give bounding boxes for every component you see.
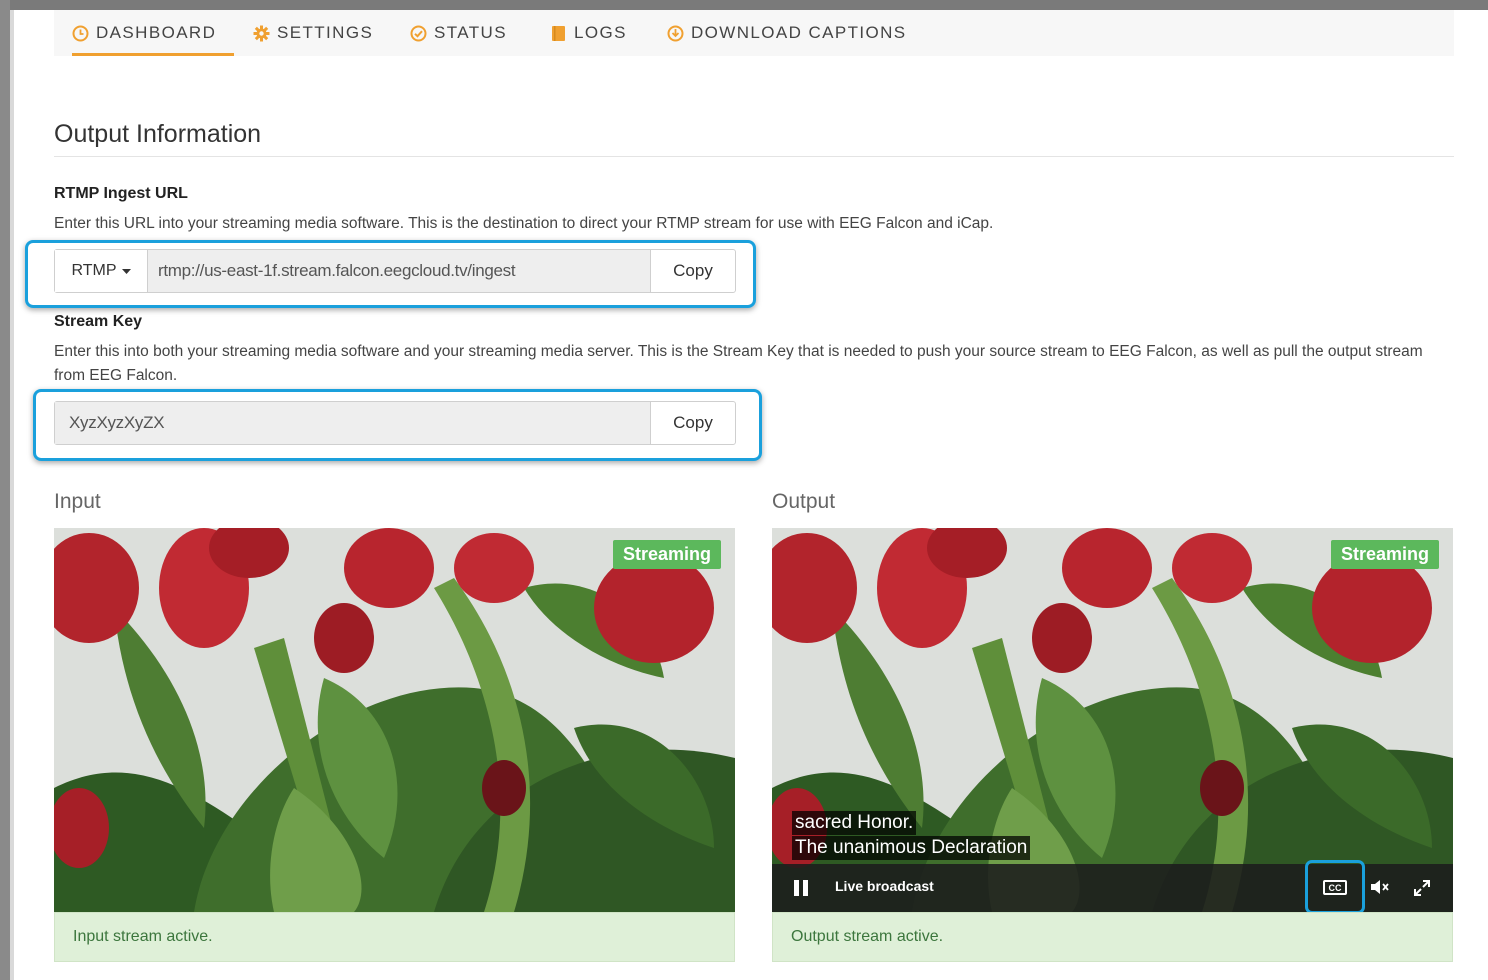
input-title: Input — [54, 490, 101, 513]
divider — [54, 156, 1454, 157]
tab-status[interactable]: STATUS — [410, 10, 507, 56]
input-video-player[interactable]: Streaming — [54, 528, 735, 912]
copy-rtmp-url-button[interactable]: Copy — [651, 250, 735, 292]
page-title: Output Information — [54, 120, 262, 148]
clock-icon — [72, 25, 89, 42]
copy-stream-key-button[interactable]: Copy — [651, 402, 735, 444]
tab-download-captions[interactable]: DOWNLOAD CAPTIONS — [667, 10, 907, 56]
tab-label: STATUS — [434, 23, 507, 42]
output-status-alert: Output stream active. — [772, 912, 1453, 962]
stream-key-field[interactable]: XyzXyzXyZX — [55, 402, 651, 444]
caret-down-icon — [121, 262, 131, 280]
fullscreen-icon[interactable] — [1412, 878, 1432, 903]
streaming-badge: Streaming — [1330, 540, 1439, 569]
tab-label: DOWNLOAD CAPTIONS — [691, 23, 907, 42]
tab-label: DASHBOARD — [96, 23, 217, 42]
gear-icon — [253, 25, 270, 42]
book-icon — [550, 25, 567, 42]
closed-captions-icon[interactable]: CC — [1323, 880, 1347, 895]
tab-bar: DASHBOARD SETTINGS STATUS LOGS DOWNLOAD … — [54, 10, 1454, 56]
stream-key-input-group: XyzXyzXyZX Copy — [54, 401, 736, 445]
rtmp-url-field[interactable]: rtmp://us-east-1f.stream.falcon.eegcloud… — [147, 250, 651, 292]
protocol-dropdown-label: RTMP — [71, 262, 117, 279]
stream-key-help: Enter this into both your streaming medi… — [54, 343, 1423, 384]
output-video-player[interactable]: Streaming sacred Honor. The unanimous De… — [772, 528, 1453, 914]
tab-logs[interactable]: LOGS — [550, 10, 627, 56]
stream-key-label: Stream Key — [54, 313, 143, 330]
roses-video-frame — [54, 528, 735, 912]
window-left-bevel — [10, 10, 14, 980]
window-top-border — [0, 0, 1488, 10]
caption-line: The unanimous Declaration — [792, 836, 1031, 860]
tab-dashboard[interactable]: DASHBOARD — [72, 10, 235, 56]
caption-line: sacred Honor. — [792, 811, 917, 835]
tab-label: LOGS — [574, 23, 627, 42]
pause-icon[interactable] — [794, 880, 810, 896]
streaming-badge: Streaming — [612, 540, 721, 569]
protocol-dropdown[interactable]: RTMP — [55, 250, 147, 292]
download-circle-icon — [667, 25, 684, 42]
mute-icon[interactable] — [1370, 878, 1392, 901]
rtmp-url-label: RTMP Ingest URL — [54, 185, 188, 202]
window-left-border — [0, 0, 10, 980]
tab-label: SETTINGS — [277, 23, 374, 42]
check-circle-icon — [410, 25, 427, 42]
player-controls: Live broadcast CC — [772, 860, 1453, 914]
live-broadcast-label: Live broadcast — [835, 878, 934, 894]
tab-settings[interactable]: SETTINGS — [253, 10, 373, 56]
input-status-alert: Input stream active. — [54, 912, 735, 962]
rtmp-url-input-group: RTMP rtmp://us-east-1f.stream.falcon.eeg… — [54, 249, 736, 293]
rtmp-url-help: Enter this URL into your streaming media… — [54, 215, 994, 232]
output-title: Output — [772, 490, 836, 513]
